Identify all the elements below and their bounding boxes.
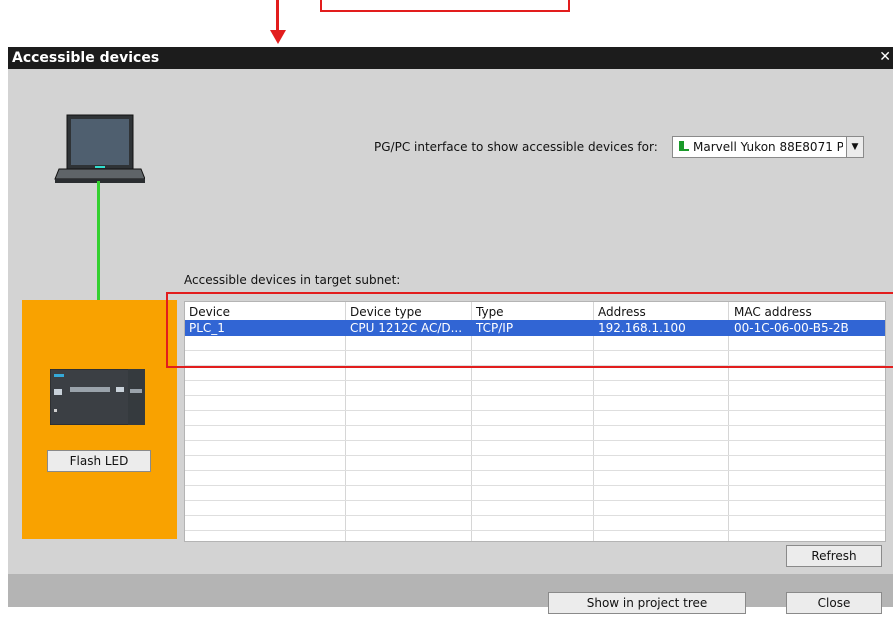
flash-led-button[interactable]: Flash LED xyxy=(47,450,151,472)
annotation-arrow-head xyxy=(270,30,286,44)
close-button[interactable]: Close xyxy=(786,592,882,614)
network-adapter-icon xyxy=(679,141,689,151)
table-row-empty xyxy=(185,501,885,516)
refresh-button[interactable]: Refresh xyxy=(786,545,882,567)
dialog-title: Accessible devices xyxy=(12,50,160,66)
table-row-empty xyxy=(185,486,885,501)
pgpc-interface-label: PG/PC interface to show accessible devic… xyxy=(374,140,658,154)
laptop-icon xyxy=(54,114,145,183)
table-row-empty xyxy=(185,441,885,456)
table-row-empty xyxy=(185,411,885,426)
accessible-devices-dialog: Accessible devices ✕ Flash LED PG/PC int… xyxy=(8,47,893,614)
bottom-bar xyxy=(8,574,893,607)
plc-icon xyxy=(50,369,145,425)
pgpc-interface-value: Marvell Yukon 88E8071 PCI xyxy=(693,140,843,154)
table-row-empty xyxy=(185,471,885,486)
table-row-empty xyxy=(185,396,885,411)
show-in-project-tree-button[interactable]: Show in project tree xyxy=(548,592,746,614)
table-row-empty xyxy=(185,366,885,381)
chevron-down-icon[interactable]: ▼ xyxy=(846,137,863,157)
table-row-empty xyxy=(185,516,885,531)
annotation-box-top xyxy=(320,0,570,12)
annotation-arrow-line xyxy=(276,0,279,32)
target-subnet-label: Accessible devices in target subnet: xyxy=(184,273,401,287)
close-icon[interactable]: ✕ xyxy=(879,49,891,65)
table-row-empty xyxy=(185,426,885,441)
annotation-box-table xyxy=(166,292,893,368)
table-row-empty xyxy=(185,456,885,471)
title-bar: Accessible devices ✕ xyxy=(8,47,893,69)
pgpc-interface-select[interactable]: Marvell Yukon 88E8071 PCI ▼ xyxy=(672,136,864,158)
table-row-empty xyxy=(185,381,885,396)
